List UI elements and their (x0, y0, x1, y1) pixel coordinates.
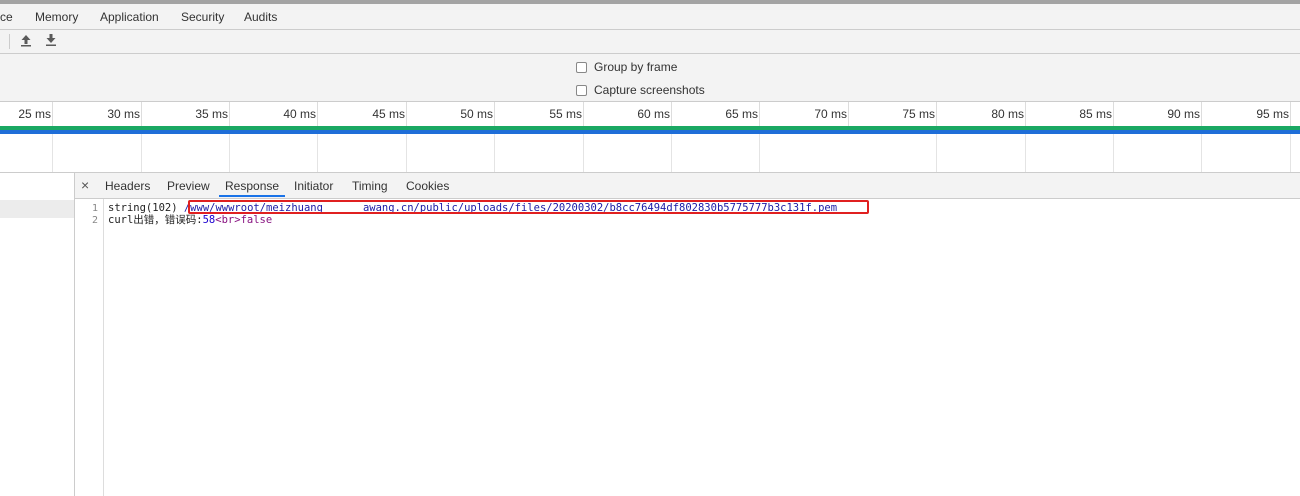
grid-line (1113, 134, 1114, 172)
tick-label: 60 ms (637, 107, 670, 121)
tick-line (141, 102, 142, 126)
grid-line (229, 134, 230, 172)
tab-preview[interactable]: Preview (167, 179, 210, 193)
tick-line (1113, 102, 1114, 126)
tick-label: 25 ms (18, 107, 51, 121)
line-number: 1 (91, 203, 98, 214)
tick-line (671, 102, 672, 126)
tab-initiator[interactable]: Initiator (294, 179, 333, 193)
tick-label: 40 ms (283, 107, 316, 121)
tick-line (1025, 102, 1026, 126)
close-icon[interactable]: × (81, 177, 89, 193)
grid-line (583, 134, 584, 172)
timeline-ruler: 25 ms 30 ms 35 ms 40 ms 45 ms 50 ms 55 m… (0, 102, 1300, 126)
tick-line (229, 102, 230, 126)
upload-arrow-icon[interactable] (19, 33, 33, 49)
toolbar-divider (9, 34, 10, 49)
tick-line (848, 102, 849, 126)
tick-line (317, 102, 318, 126)
tick-label: 90 ms (1167, 107, 1200, 121)
error-message: curl出错，错误码: (108, 214, 203, 226)
tick-label: 95 ms (1256, 107, 1289, 121)
grid-line (317, 134, 318, 172)
request-list (0, 173, 75, 496)
tab-audits[interactable]: Audits (244, 10, 277, 24)
tick-line (583, 102, 584, 126)
tick-label: 70 ms (814, 107, 847, 121)
grid-line (1290, 134, 1291, 172)
grid-line (141, 134, 142, 172)
tick-line (52, 102, 53, 126)
grid-line (1201, 134, 1202, 172)
devtools-panel-tabs: ce Memory Application Security Audits (0, 4, 1300, 30)
grid-line (759, 134, 760, 172)
active-tab-indicator (219, 195, 285, 197)
error-code: 58 (202, 214, 216, 226)
grid-line (494, 134, 495, 172)
download-arrow-icon[interactable] (44, 33, 58, 49)
tick-label: 55 ms (549, 107, 582, 121)
group-by-frame-option[interactable]: Group by frame (576, 59, 677, 75)
capture-screenshots-label: Capture screenshots (594, 83, 705, 97)
grid-line (1025, 134, 1026, 172)
tick-line (1290, 102, 1291, 126)
tick-label: 75 ms (902, 107, 935, 121)
tab-cookies[interactable]: Cookies (406, 179, 449, 193)
group-by-frame-label: Group by frame (594, 60, 678, 74)
tab-security[interactable]: Security (181, 10, 224, 24)
network-settings-panel: Group by frame Capture screenshots (0, 54, 1300, 102)
response-viewer[interactable]: 1 2 string(102) /www/wwwroot/meizhuang aw… (75, 199, 1300, 496)
tick-label: 45 ms (372, 107, 405, 121)
tab-headers[interactable]: Headers (105, 179, 150, 193)
br-tag: <br> (215, 214, 241, 226)
tick-line (1201, 102, 1202, 126)
tick-line (936, 102, 937, 126)
group-by-frame-checkbox[interactable] (576, 61, 587, 73)
selected-request-row[interactable] (0, 200, 74, 218)
tab-memory[interactable]: Memory (35, 10, 78, 24)
capture-screenshots-option[interactable]: Capture screenshots (576, 82, 705, 98)
response-line-2: curl出错，错误码:58<br>false (108, 214, 272, 226)
line-number: 2 (91, 215, 98, 226)
grid-line (52, 134, 53, 172)
tick-label: 35 ms (195, 107, 228, 121)
tick-label: 85 ms (1079, 107, 1112, 121)
tick-label: 30 ms (107, 107, 140, 121)
grid-line (406, 134, 407, 172)
request-detail-tabs: × Headers Preview Response Initiator Tim… (75, 173, 1300, 199)
timeline-overview[interactable] (0, 134, 1300, 173)
tick-label: 65 ms (725, 107, 758, 121)
highlight-box (188, 200, 869, 214)
line-number-gutter: 1 2 (75, 199, 104, 496)
tick-line (494, 102, 495, 126)
tick-label: 50 ms (460, 107, 493, 121)
tick-label: 80 ms (991, 107, 1024, 121)
result-value: false (240, 214, 273, 226)
tab-application[interactable]: Application (100, 10, 159, 24)
grid-line (671, 134, 672, 172)
tick-line (759, 102, 760, 126)
network-toolbar (0, 30, 1300, 54)
grid-line (936, 134, 937, 172)
tick-line (406, 102, 407, 126)
capture-screenshots-checkbox[interactable] (576, 84, 587, 96)
tab-timing[interactable]: Timing (352, 179, 388, 193)
string-length-prefix: string(102) (108, 202, 184, 214)
tab-performance[interactable]: ce (0, 10, 13, 24)
tab-response[interactable]: Response (225, 179, 279, 193)
